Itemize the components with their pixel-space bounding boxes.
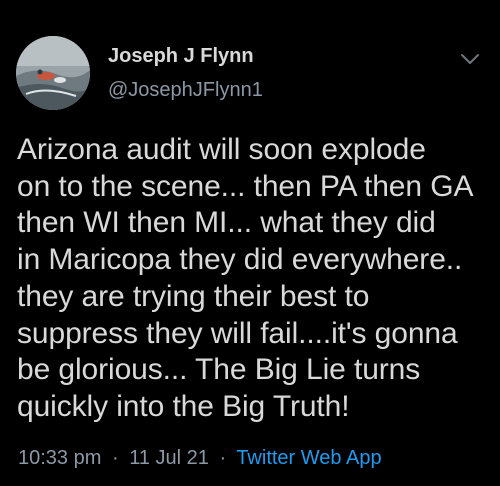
tweet-source-link[interactable]: Twitter Web App — [236, 447, 381, 469]
avatar-photo — [16, 36, 90, 110]
avatar[interactable] — [16, 36, 90, 110]
tweet-text: Arizona audit will soon explode on to th… — [17, 133, 474, 423]
tweet-metadata: 10:33 pm · 11 Jul 21 · Twitter Web App — [18, 446, 382, 470]
author-info: Joseph J Flynn @JosephJFlynn1 — [108, 44, 263, 102]
tweet-date[interactable]: 11 Jul 21 — [129, 447, 209, 469]
chevron-down-icon[interactable] — [460, 52, 480, 66]
tweet-card: Joseph J Flynn @JosephJFlynn1 Arizona au… — [0, 0, 500, 486]
meta-separator: · — [219, 447, 227, 469]
meta-separator: · — [111, 447, 119, 469]
author-handle[interactable]: @JosephJFlynn1 — [108, 78, 263, 102]
author-display-name[interactable]: Joseph J Flynn — [108, 44, 263, 68]
tweet-time[interactable]: 10:33 pm — [18, 447, 101, 469]
